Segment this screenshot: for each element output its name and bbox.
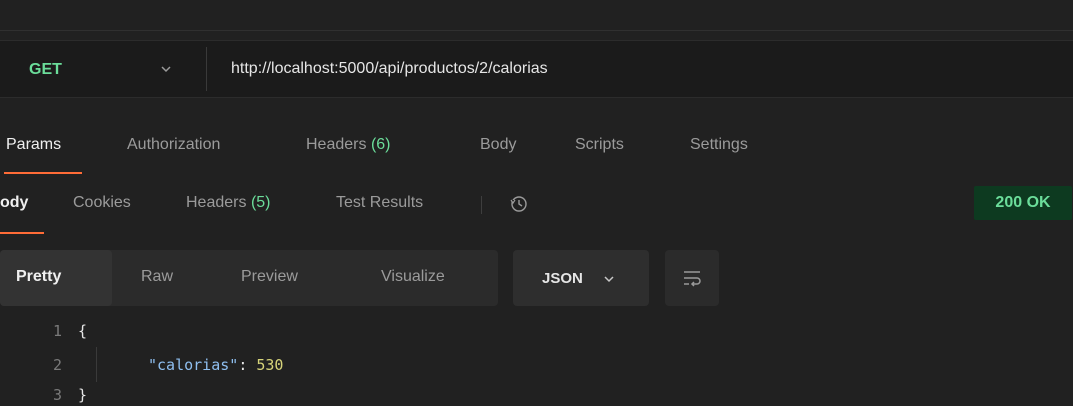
history-icon[interactable] [509, 194, 529, 214]
tab-test-results[interactable]: Test Results [336, 194, 423, 212]
tab-params[interactable]: Params [6, 136, 61, 154]
line-number: 2 [52, 356, 62, 374]
active-tab-indicator [4, 172, 82, 174]
headers-count: (6) [370, 136, 391, 153]
top-strip [0, 0, 1073, 31]
tab-response-body[interactable]: ody [0, 194, 28, 212]
json-key: "calorias" [148, 356, 239, 374]
indent-guide [96, 347, 97, 382]
tab-headers[interactable]: Headers (6) [306, 136, 391, 154]
response-headers-count: (5) [250, 194, 271, 211]
tab-scripts[interactable]: Scripts [575, 136, 624, 154]
active-response-tab-indicator [0, 232, 44, 234]
status-badge: 200 OK [974, 186, 1072, 220]
tab-body[interactable]: Body [480, 136, 516, 154]
json-type-label: JSON [542, 270, 583, 287]
tab-settings[interactable]: Settings [690, 136, 748, 154]
tab-headers-label: Headers [306, 136, 367, 153]
json-value: 530 [256, 356, 284, 374]
format-preview[interactable]: Preview [241, 268, 298, 286]
tab-authorization[interactable]: Authorization [127, 136, 220, 154]
wrap-lines-icon [684, 271, 701, 287]
code-line-1: { [78, 322, 88, 340]
code-line-3: } [78, 386, 88, 404]
response-tabs: ody Cookies Headers (5) Test Results 200… [0, 186, 1073, 236]
wrap-lines-button[interactable] [665, 250, 719, 306]
url-input[interactable]: http://localhost:5000/api/productos/2/ca… [231, 60, 548, 78]
request-tabs: Params Authorization Headers (6) Body Sc… [0, 132, 1073, 176]
format-visualize[interactable]: Visualize [381, 268, 445, 286]
request-bar: GET http://localhost:5000/api/productos/… [0, 40, 1073, 98]
method-selector[interactable]: GET [29, 61, 62, 79]
format-raw[interactable]: Raw [141, 268, 173, 286]
chevron-down-icon[interactable] [160, 63, 172, 75]
divider [206, 47, 207, 91]
chevron-down-icon [604, 276, 614, 283]
json-colon: : [238, 356, 257, 374]
tab-response-headers-label: Headers [186, 194, 247, 211]
code-line-2: "calorias": 530 [148, 356, 283, 374]
tab-cookies[interactable]: Cookies [73, 194, 131, 212]
separator [481, 196, 482, 214]
format-selector: Pretty Raw Preview Visualize [0, 250, 498, 306]
response-body-code: 1 2 3 { "calorias": 530 } [0, 320, 1073, 406]
format-pretty[interactable]: Pretty [16, 268, 61, 286]
line-number: 3 [52, 386, 62, 404]
line-number: 1 [52, 322, 62, 340]
json-type-select[interactable]: JSON [513, 250, 649, 306]
tab-response-headers[interactable]: Headers (5) [186, 194, 271, 212]
